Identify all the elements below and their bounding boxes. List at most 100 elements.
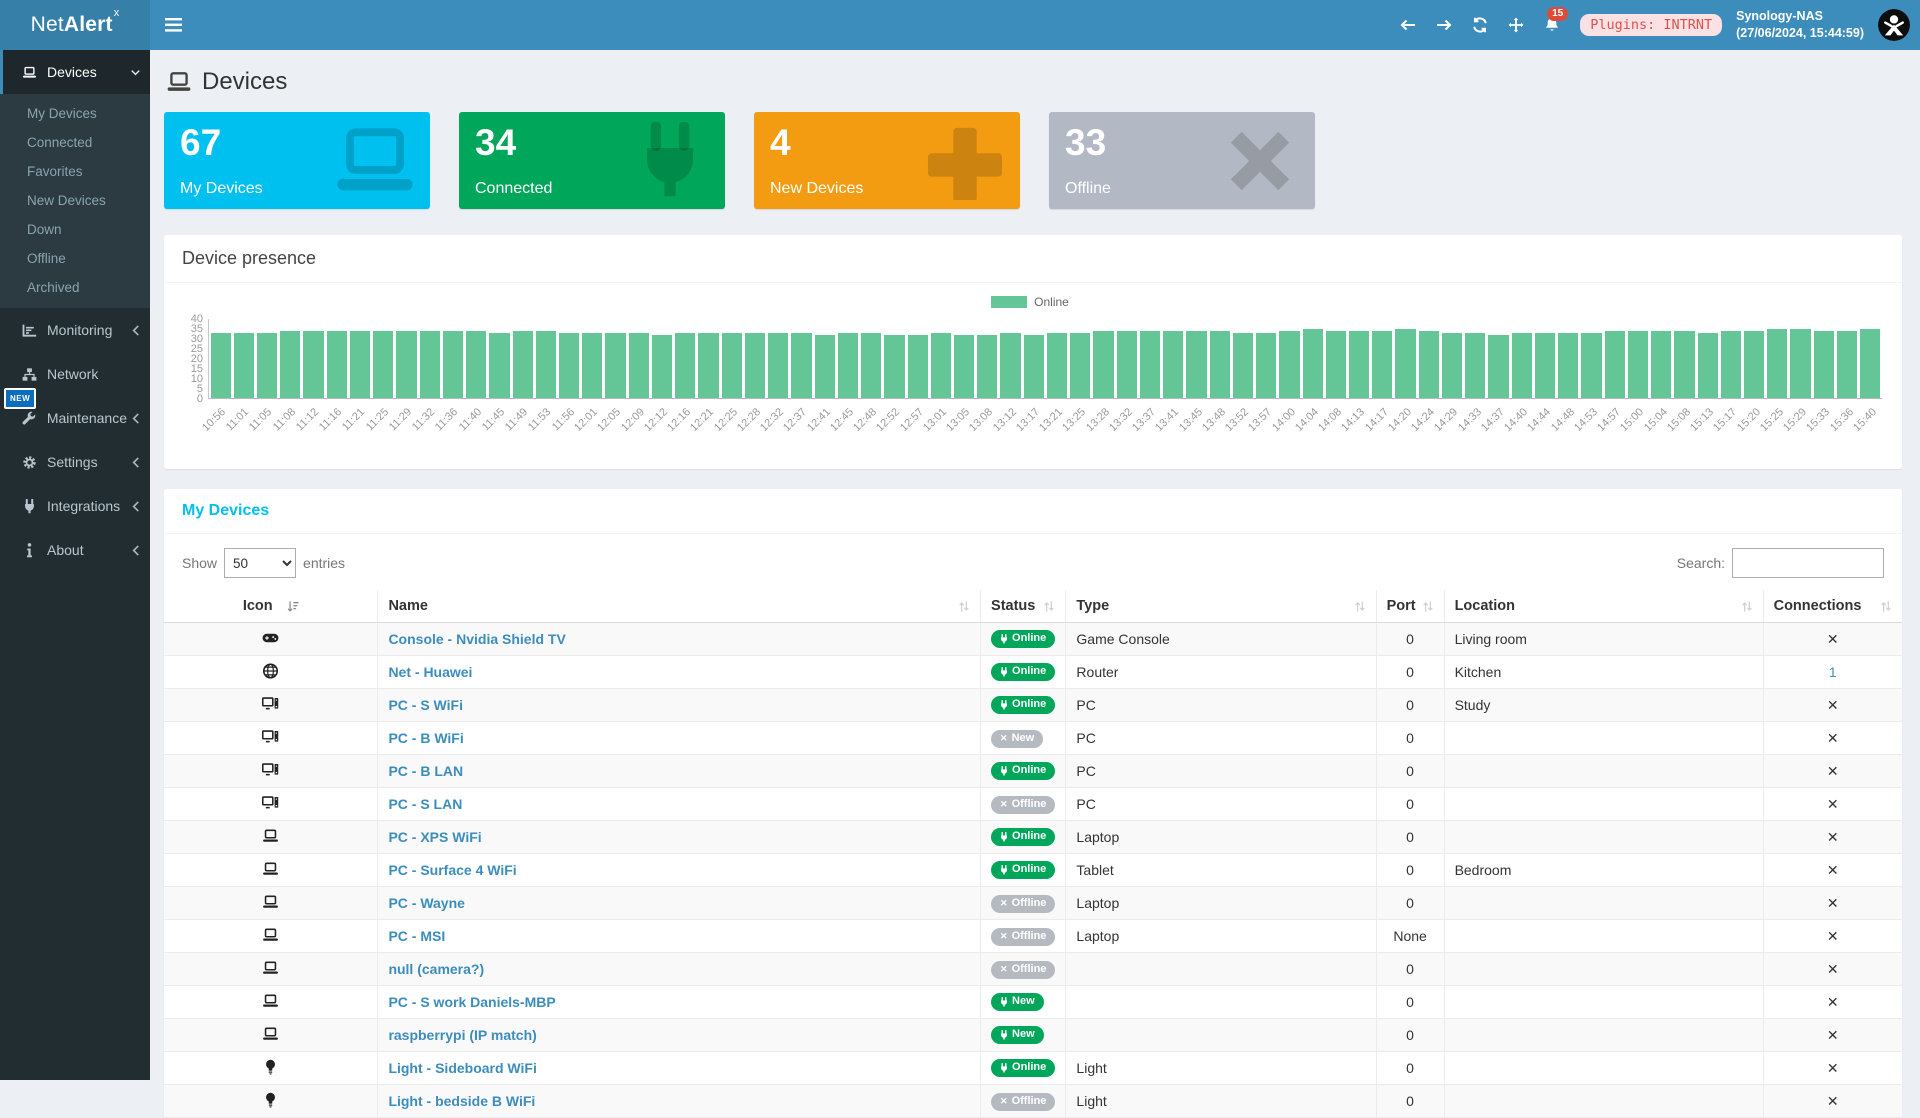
device-name-link[interactable]: PC - B WiFi — [388, 730, 463, 746]
chart-legend[interactable]: Online — [178, 295, 1882, 309]
device-row[interactable]: PC - Surface 4 WiFiOnlineTablet0Bedroom✕ — [164, 854, 1902, 887]
column-header-type[interactable]: Type — [1066, 590, 1376, 623]
column-header-port[interactable]: Port — [1376, 590, 1444, 623]
chart-bar — [373, 331, 393, 398]
device-location: Bedroom — [1444, 854, 1763, 887]
sort-icon[interactable] — [1422, 600, 1434, 613]
column-header-name[interactable]: Name — [378, 590, 981, 623]
sort-icon[interactable] — [1741, 600, 1753, 613]
sort-icon[interactable] — [1354, 600, 1366, 613]
device-name-link[interactable]: Light - bedside B WiFi — [388, 1093, 535, 1109]
column-header-icon[interactable]: Icon — [164, 590, 378, 623]
sort-icon[interactable] — [1880, 600, 1892, 613]
device-row[interactable]: PC - S work Daniels-MBPNew0✕ — [164, 986, 1902, 1019]
sidebar-item-down[interactable]: Down — [0, 215, 150, 244]
sidebar-item-devices[interactable]: Devices — [0, 50, 150, 94]
page-header: Devices — [166, 68, 1902, 96]
device-name-link[interactable]: Console - Nvidia Shield TV — [388, 631, 565, 647]
column-header-connections[interactable]: Connections — [1763, 590, 1902, 623]
app-logo[interactable]: NetAlertx — [0, 0, 150, 50]
device-row[interactable]: PC - Wayne✕OfflineLaptop0✕ — [164, 887, 1902, 920]
refresh-button[interactable] — [1462, 0, 1498, 50]
sort-icon[interactable] — [958, 600, 970, 613]
device-name-link[interactable]: PC - Wayne — [388, 895, 465, 911]
device-row[interactable]: raspberrypi (IP match)New0✕ — [164, 1019, 1902, 1052]
sidebar-item-offline[interactable]: Offline — [0, 244, 150, 273]
connections-count-link[interactable]: 1 — [1829, 664, 1837, 680]
card-my-devices[interactable]: 67 My Devices — [164, 112, 430, 209]
sort-icon[interactable] — [1043, 600, 1055, 613]
device-name-link[interactable]: PC - S LAN — [388, 796, 462, 812]
device-port: 0 — [1376, 821, 1444, 854]
device-name-link[interactable]: PC - XPS WiFi — [388, 829, 481, 845]
sidebar: Devices My Devices Connected Favorites N… — [0, 50, 150, 1080]
chart-bar — [1233, 333, 1253, 398]
chart-bar — [1744, 331, 1764, 398]
chart-bar — [931, 333, 951, 398]
column-header-status[interactable]: Status — [981, 590, 1066, 623]
sidebar-item-new-devices[interactable]: New Devices — [0, 186, 150, 215]
column-header-location[interactable]: Location — [1444, 590, 1763, 623]
card-new-devices[interactable]: 4 New Devices — [754, 112, 1020, 209]
sidebar-item-integrations[interactable]: Integrations — [0, 484, 150, 528]
user-avatar[interactable] — [1878, 9, 1910, 41]
device-row[interactable]: null (camera?)✕Offline0✕ — [164, 953, 1902, 986]
device-row[interactable]: PC - MSI✕OfflineLaptopNone✕ — [164, 920, 1902, 953]
card-offline[interactable]: 33 Offline — [1049, 112, 1315, 209]
arrow-left-icon — [1400, 17, 1416, 33]
nav-forward-button[interactable] — [1426, 0, 1462, 50]
sidebar-toggle-button[interactable] — [150, 0, 196, 50]
status-badge: Online — [991, 762, 1055, 780]
refresh-icon — [1472, 17, 1488, 33]
move-button[interactable] — [1498, 0, 1534, 50]
chart-bar — [908, 335, 928, 398]
page-size-select[interactable]: 50 — [224, 548, 296, 578]
device-row[interactable]: Light - bedside B WiFi✕OfflineLight0✕ — [164, 1085, 1902, 1118]
plugins-status-badge[interactable]: Plugins: INTRNT — [1580, 14, 1722, 36]
device-location — [1444, 887, 1763, 920]
sidebar-item-my-devices[interactable]: My Devices — [0, 99, 150, 128]
device-name-link[interactable]: PC - B LAN — [388, 763, 463, 779]
laptop-icon — [164, 953, 378, 986]
device-type: Laptop — [1066, 887, 1376, 920]
status-badge: New — [991, 993, 1044, 1011]
device-location — [1444, 788, 1763, 821]
device-row[interactable]: Net - HuaweiOnlineRouter0Kitchen1 — [164, 656, 1902, 689]
column-label: Name — [388, 598, 952, 614]
device-name-link[interactable]: null (camera?) — [388, 961, 484, 977]
device-row[interactable]: PC - S LAN✕OfflinePC0✕ — [164, 788, 1902, 821]
notifications-button[interactable]: 15 — [1534, 0, 1570, 50]
no-connections-icon: ✕ — [1827, 928, 1839, 944]
plug-icon — [1000, 997, 1008, 1007]
chart-bar — [1117, 331, 1137, 398]
device-name-link[interactable]: PC - MSI — [388, 928, 445, 944]
search-input[interactable] — [1732, 548, 1884, 578]
device-name-link[interactable]: PC - Surface 4 WiFi — [388, 862, 516, 878]
sidebar-item-monitoring[interactable]: Monitoring — [0, 308, 150, 352]
sidebar-item-connected[interactable]: Connected — [0, 128, 150, 157]
close-icon — [1217, 122, 1303, 200]
chart-bar — [1047, 333, 1067, 398]
sidebar-item-settings[interactable]: Settings — [0, 440, 150, 484]
device-name-link[interactable]: PC - S WiFi — [388, 697, 463, 713]
device-name-link[interactable]: raspberrypi (IP match) — [388, 1027, 536, 1043]
card-connected[interactable]: 34 Connected — [459, 112, 725, 209]
sidebar-item-favorites[interactable]: Favorites — [0, 157, 150, 186]
no-connections-icon: ✕ — [1827, 763, 1839, 779]
close-icon: ✕ — [1000, 932, 1008, 941]
nav-back-button[interactable] — [1390, 0, 1426, 50]
device-name-link[interactable]: PC - S work Daniels-MBP — [388, 994, 555, 1010]
sidebar-item-about[interactable]: About — [0, 528, 150, 572]
device-row[interactable]: PC - XPS WiFiOnlineLaptop0✕ — [164, 821, 1902, 854]
device-row[interactable]: PC - S WiFiOnlinePC0Study✕ — [164, 689, 1902, 722]
arrows-move-icon — [1508, 17, 1524, 33]
device-row[interactable]: PC - B LANOnlinePC0✕ — [164, 755, 1902, 788]
sort-amount-icon[interactable] — [287, 600, 299, 613]
device-row[interactable]: PC - B WiFi✕NewPC0✕ — [164, 722, 1902, 755]
device-type: PC — [1066, 788, 1376, 821]
sidebar-item-archived[interactable]: Archived — [0, 273, 150, 302]
chart-bar — [745, 333, 765, 398]
device-name-link[interactable]: Light - Sideboard WiFi — [388, 1060, 536, 1076]
device-row[interactable]: Console - Nvidia Shield TVOnlineGame Con… — [164, 623, 1902, 656]
device-name-link[interactable]: Net - Huawei — [388, 664, 472, 680]
